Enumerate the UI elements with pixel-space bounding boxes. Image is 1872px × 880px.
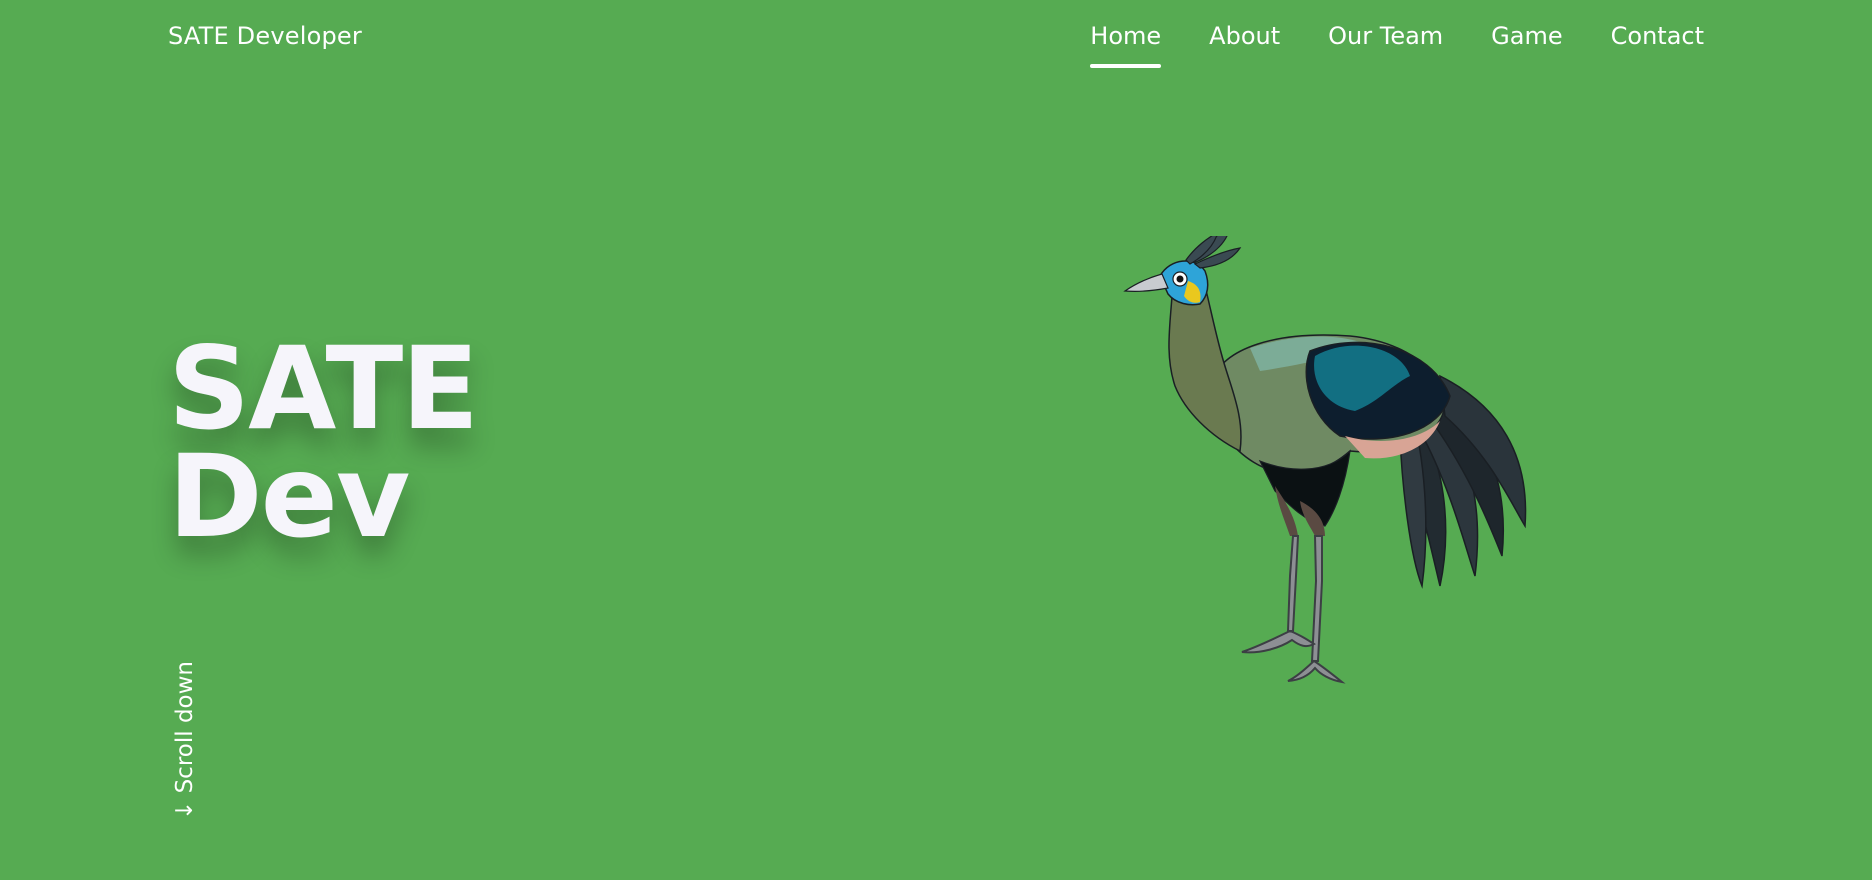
hero-title-line1: SATE [168,322,479,455]
hero-title-line2: Dev [168,430,410,563]
nav-game[interactable]: Game [1491,22,1562,68]
nav-about[interactable]: About [1209,22,1280,68]
main-nav: Home About Our Team Game Contact [1090,22,1704,68]
site-brand[interactable]: SATE Developer [168,22,362,50]
peacock-beak [1123,273,1169,292]
scroll-down-link[interactable]: ↓ Scroll down [172,661,198,820]
peacock-legs [1241,535,1346,684]
peacock-illustration [1123,236,1527,684]
nav-contact[interactable]: Contact [1611,22,1704,68]
nav-home[interactable]: Home [1090,22,1161,68]
hero-title: SATE Dev [168,322,479,563]
nav-our-team[interactable]: Our Team [1328,22,1443,68]
